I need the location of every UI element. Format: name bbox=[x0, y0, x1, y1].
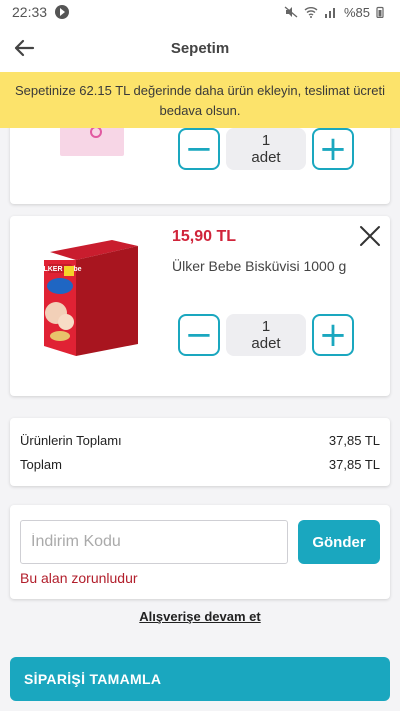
quantity-unit: adet bbox=[251, 335, 281, 352]
quantity-stepper: − 1 adet + bbox=[178, 128, 354, 170]
continue-shopping-link[interactable]: Alışverişe devam et bbox=[0, 609, 400, 624]
grand-total-row: Toplam 37,85 TL bbox=[20, 452, 380, 476]
quantity-value: 1 bbox=[261, 318, 271, 335]
quantity-display: 1 adet bbox=[226, 314, 306, 356]
send-coupon-button[interactable]: Gönder bbox=[298, 520, 380, 564]
products-total-label: Ürünlerin Toplamı bbox=[20, 432, 122, 448]
coupon-code-input[interactable] bbox=[20, 520, 288, 564]
back-button[interactable] bbox=[8, 32, 40, 64]
complete-order-button[interactable]: SİPARİŞİ TAMAMLA bbox=[10, 657, 390, 701]
products-total-value: 37,85 TL bbox=[328, 432, 380, 448]
battery-icon bbox=[376, 6, 384, 18]
app-bar: Sepetim bbox=[0, 24, 400, 72]
page-title: Sepetim bbox=[170, 39, 230, 57]
decrease-button[interactable]: − bbox=[178, 128, 220, 170]
quantity-unit: adet bbox=[251, 149, 281, 166]
products-total-row: Ürünlerin Toplamı 37,85 TL bbox=[20, 428, 380, 452]
wifi-icon bbox=[304, 7, 318, 18]
close-icon bbox=[360, 226, 380, 246]
quantity-display: 1 adet bbox=[226, 128, 306, 170]
arrow-left-icon bbox=[14, 39, 35, 57]
increase-button[interactable]: + bbox=[312, 314, 354, 356]
product-image-brand: ÜLKER Bebe bbox=[42, 264, 82, 273]
free-shipping-banner: Sepetinize 62.15 TL değerinde daha ürün … bbox=[0, 72, 400, 128]
quantity-stepper: − 1 adet + bbox=[178, 314, 354, 356]
product-image: ÜLKER Bebe bbox=[42, 240, 138, 356]
increase-button[interactable]: + bbox=[312, 128, 354, 170]
grand-total-value: 37,85 TL bbox=[328, 456, 380, 472]
quantity-value: 1 bbox=[261, 132, 271, 149]
coupon-section: Gönder Bu alan zorunludur bbox=[10, 505, 390, 599]
cart-item: ÜLKER Bebe 15,90 TL Ülker Bebe Bisküvisi… bbox=[10, 216, 390, 396]
grand-total-label: Toplam bbox=[20, 456, 62, 472]
coupon-error-message: Bu alan zorunludur bbox=[20, 570, 138, 586]
product-name: Ülker Bebe Bisküvisi 1000 g bbox=[172, 258, 347, 274]
media-play-icon bbox=[55, 5, 70, 19]
signal-icon bbox=[324, 8, 335, 18]
mute-icon bbox=[284, 6, 298, 18]
battery-level: %85 bbox=[343, 4, 370, 20]
decrease-button[interactable]: − bbox=[178, 314, 220, 356]
remove-item-button[interactable] bbox=[358, 224, 382, 248]
order-summary: Ürünlerin Toplamı 37,85 TL Toplam 37,85 … bbox=[10, 418, 390, 486]
status-bar: 22:33 %85 bbox=[0, 0, 400, 24]
clock: 22:33 bbox=[12, 4, 48, 20]
product-price: 15,90 TL bbox=[172, 228, 237, 245]
